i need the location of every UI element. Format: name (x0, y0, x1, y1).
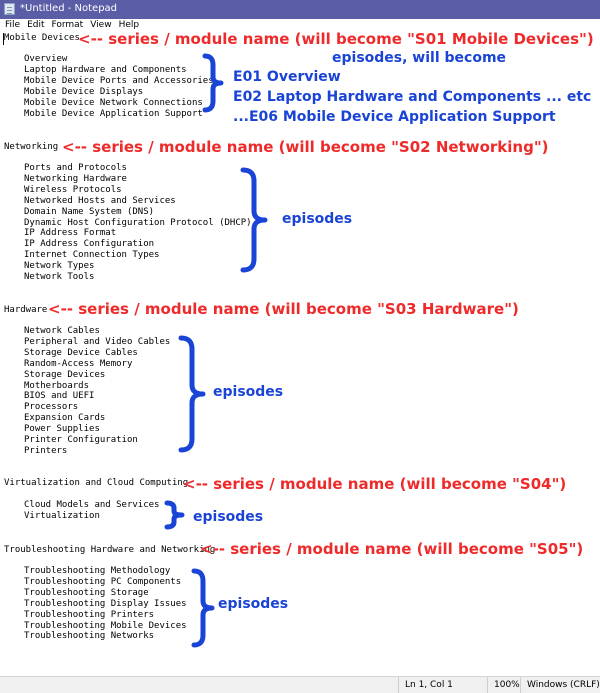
episode-line: Network Tools (24, 272, 95, 282)
episode-line: Peripheral and Video Cables (24, 336, 171, 347)
title-bar: *Untitled - Notepad (0, 0, 600, 19)
episode-line: IP Address Format (24, 228, 117, 239)
module-name: Troubleshooting Hardware and Networking (4, 545, 216, 555)
module-name: Mobile Devices (4, 33, 80, 43)
episode-line: Troubleshooting PC Components (24, 576, 182, 587)
episode-line: Network Types (24, 261, 95, 272)
episode-line: Networked Hosts and Services (24, 195, 176, 206)
cursor-position: Ln 1, Col 1 (398, 677, 491, 693)
e01-note: E01 Overview (233, 69, 341, 85)
module-note-4: <-- series / module name (will become "S… (183, 475, 567, 493)
episode-line: Printers (24, 445, 68, 456)
module-note-3: <-- series / module name (will become "S… (48, 300, 519, 318)
module-name: Networking (4, 142, 59, 152)
episode-line: Dynamic Host Configuration Protocol (DHC… (24, 217, 252, 228)
brace-4 (164, 500, 185, 530)
module-note-1: <-- series / module name (will become "S… (78, 30, 594, 48)
episode-line: Cloud Models and Services (24, 500, 160, 510)
module-name: Hardware (4, 305, 48, 315)
brace-1 (202, 53, 224, 113)
episode-line: Domain Name System (DNS) (24, 206, 155, 217)
episodes-label-3: episodes (213, 384, 284, 400)
episode-line: Wireless Protocols (24, 184, 122, 195)
text-editor[interactable]: Mobile Devices Overview Laptop Hardware an… (0, 32, 600, 672)
episode-line: Networking Hardware (24, 173, 127, 184)
episode-line: Ports and Protocols (24, 163, 127, 173)
module-name: Virtualization and Cloud Computing (4, 478, 189, 488)
menu-file[interactable]: File (3, 19, 22, 32)
episode-line: Network Cables (24, 326, 100, 336)
episode-line: Processors (24, 402, 79, 413)
episode-line: IP Address Configuration (24, 239, 155, 250)
e02-note: E02 Laptop Hardware and Components ... e… (233, 89, 592, 105)
episode-line: Troubleshooting Storage (24, 587, 149, 598)
episode-line: Expansion Cards (24, 413, 106, 424)
episode-line: Storage Devices (24, 369, 106, 380)
episode-line: Troubleshooting Mobile Devices (24, 620, 187, 631)
brace-3 (178, 335, 206, 453)
episode-line: Printer Configuration (24, 435, 138, 445)
episodes-label-2: episodes (282, 211, 353, 227)
episode-line: Mobile Device Application Support (24, 108, 203, 119)
text-caret (3, 33, 4, 45)
episode-line: Motherboards (24, 380, 90, 391)
brace-5 (191, 568, 215, 648)
episode-line: Virtualization (24, 510, 100, 521)
menu-edit[interactable]: Edit (25, 19, 46, 32)
status-bar: Ln 1, Col 1 100% Windows (CRLF) (0, 676, 600, 693)
episode-line: Overview (24, 54, 68, 64)
brace-2 (240, 167, 268, 273)
module-note-2: <-- series / module name (will become "S… (62, 138, 549, 156)
episode-line: BIOS and UEFI (24, 391, 95, 402)
episode-line: Troubleshooting Printers (24, 609, 155, 620)
episode-line: Storage Device Cables (24, 347, 138, 358)
episodes-header-note: episodes, will become (332, 50, 507, 66)
module-note-5: <-- series / module name (will become "S… (200, 540, 584, 558)
episode-line: Troubleshooting Networks (24, 631, 155, 642)
episodes-label-4: episodes (193, 509, 264, 525)
episode-line: Power Supplies (24, 424, 100, 435)
episode-line: Mobile Device Displays (24, 86, 144, 97)
episode-line: Laptop Hardware and Components (24, 64, 187, 75)
episode-line: Random-Access Memory (24, 358, 133, 369)
episode-line: Internet Connection Types (24, 250, 160, 261)
window-title: *Untitled - Notepad (20, 3, 118, 14)
line-ending: Windows (CRLF) (520, 677, 600, 693)
episode-line: Troubleshooting Display Issues (24, 598, 187, 609)
episode-line: Troubleshooting Methodology (24, 566, 171, 576)
e06-note: ...E06 Mobile Device Application Support (233, 109, 556, 125)
episode-line: Mobile Device Network Connections (24, 97, 203, 108)
episode-line: Mobile Device Ports and Accessories (24, 75, 214, 86)
episodes-label-5: episodes (218, 596, 289, 612)
notepad-icon (4, 3, 15, 15)
